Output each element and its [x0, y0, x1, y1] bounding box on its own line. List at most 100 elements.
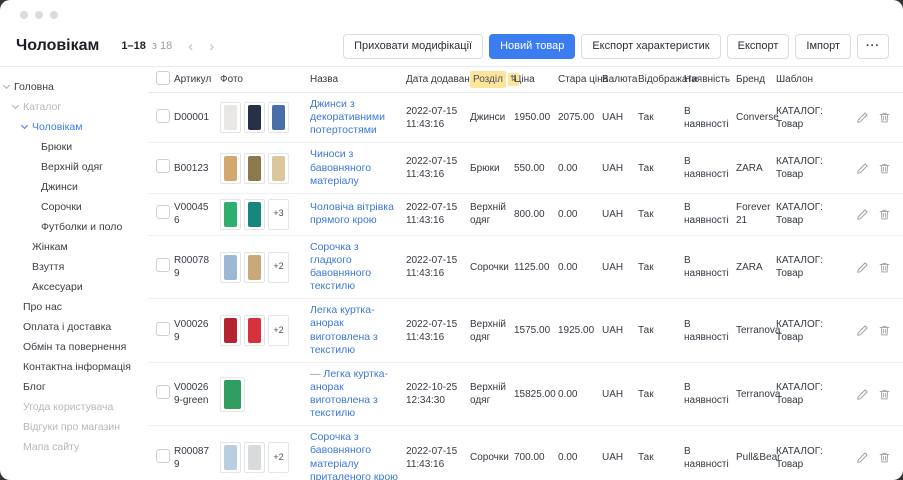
product-thumbnail[interactable]: [268, 153, 289, 184]
row-checkbox[interactable]: [156, 109, 170, 123]
product-thumbnail[interactable]: [268, 102, 289, 133]
sidebar-item-label: Оплата і доставка: [23, 321, 111, 333]
sidebar-item-9[interactable]: Взуття: [0, 257, 148, 277]
product-name-link[interactable]: Чиноси з бавовняного матеріалу: [310, 148, 371, 186]
more-actions-button[interactable]: ···: [857, 34, 889, 59]
delete-trash-icon[interactable]: [878, 111, 891, 124]
column-header-brand[interactable]: Бренд: [736, 73, 776, 86]
delete-trash-icon[interactable]: [878, 451, 891, 464]
product-thumbnail[interactable]: [220, 102, 241, 133]
cell-brand: Forever 21: [736, 201, 776, 227]
sidebar-item-12[interactable]: Оплата і доставка: [0, 317, 148, 337]
product-thumbnail[interactable]: [244, 199, 265, 230]
select-all-cell: [156, 71, 174, 89]
edit-pencil-icon[interactable]: [856, 388, 869, 401]
column-header-display[interactable]: Відображати: [638, 73, 684, 86]
column-header-price[interactable]: Ціна: [514, 73, 558, 86]
row-actions: [830, 111, 897, 124]
row-checkbox[interactable]: [156, 385, 170, 399]
row-checkbox[interactable]: [156, 322, 170, 336]
edit-pencil-icon[interactable]: [856, 162, 869, 175]
edit-pencil-icon[interactable]: [856, 111, 869, 124]
column-header-name[interactable]: Назва: [310, 73, 406, 86]
column-header-template[interactable]: Шаблон: [776, 73, 830, 86]
row-checkbox[interactable]: [156, 159, 170, 173]
column-header-currency[interactable]: Валюта: [602, 73, 638, 86]
product-thumbnail[interactable]: [220, 315, 241, 346]
sidebar-item-18[interactable]: Мапа сайту: [0, 437, 148, 457]
sidebar-item-1[interactable]: Каталог: [0, 97, 148, 117]
sidebar-item-0[interactable]: Головна: [0, 77, 148, 97]
delete-trash-icon[interactable]: [878, 162, 891, 175]
column-header-availability[interactable]: Наявність: [684, 73, 736, 86]
cell-sku: B00123: [174, 162, 220, 175]
sidebar-item-14[interactable]: Контактна інформація: [0, 357, 148, 377]
edit-pencil-icon[interactable]: [856, 324, 869, 337]
product-thumbnail[interactable]: [244, 315, 265, 346]
sidebar-item-13[interactable]: Обмін та повернення: [0, 337, 148, 357]
new-product-button[interactable]: Новий товар: [489, 34, 575, 59]
sidebar-item-2[interactable]: Чоловікам: [0, 117, 148, 137]
edit-pencil-icon[interactable]: [856, 261, 869, 274]
product-thumbnail[interactable]: [244, 102, 265, 133]
hide-modifications-button[interactable]: Приховати модифікації: [343, 34, 483, 59]
more-photos-badge[interactable]: +2: [268, 252, 289, 283]
product-name-link[interactable]: Легка куртка-анорак виготовлена з тексти…: [310, 304, 378, 355]
row-checkbox[interactable]: [156, 258, 170, 272]
column-header-old_price[interactable]: Стара ціна: [558, 73, 602, 86]
sidebar-item-8[interactable]: Жінкам: [0, 237, 148, 257]
column-header-sku[interactable]: Артикул: [174, 73, 220, 86]
sidebar-item-6[interactable]: Сорочки: [0, 197, 148, 217]
row-checkbox[interactable]: [156, 205, 170, 219]
product-name-link[interactable]: Чоловіча вітрівка прямого крою: [310, 201, 394, 226]
edit-pencil-icon[interactable]: [856, 451, 869, 464]
delete-trash-icon[interactable]: [878, 261, 891, 274]
product-thumbnail[interactable]: [244, 252, 265, 283]
column-header-photo[interactable]: Фото: [220, 73, 310, 86]
more-photos-badge[interactable]: +3: [268, 199, 289, 230]
sidebar-item-11[interactable]: Про нас: [0, 297, 148, 317]
export-characteristics-button[interactable]: Експорт характеристик: [581, 34, 720, 59]
sidebar-item-10[interactable]: Аксесуари: [0, 277, 148, 297]
sidebar-item-15[interactable]: Блог: [0, 377, 148, 397]
sidebar-item-3[interactable]: Брюки: [0, 137, 148, 157]
edit-pencil-icon[interactable]: [856, 208, 869, 221]
sidebar-item-7[interactable]: Футболки и поло: [0, 217, 148, 237]
product-name-link[interactable]: Сорочка з бавовняного матеріалу притален…: [310, 431, 398, 480]
column-header-section[interactable]: Розділ⇅: [470, 71, 514, 88]
product-thumbnail[interactable]: [220, 442, 241, 473]
sidebar-item-4[interactable]: Верхній одяг: [0, 157, 148, 177]
product-name-link[interactable]: Джинси з декоративними потертостями: [310, 98, 385, 136]
import-button[interactable]: Імпорт: [795, 34, 851, 59]
delete-trash-icon[interactable]: [878, 208, 891, 221]
window-minimize-button[interactable]: [35, 11, 43, 19]
product-thumbnail[interactable]: [244, 442, 265, 473]
window-close-button[interactable]: [20, 11, 28, 19]
window-maximize-button[interactable]: [50, 11, 58, 19]
column-header-date[interactable]: Дата додавання: [406, 73, 470, 86]
prev-page-button[interactable]: ‹: [188, 39, 193, 54]
sidebar-item-16[interactable]: Угода користувача: [0, 397, 148, 417]
more-photos-badge[interactable]: +2: [268, 442, 289, 473]
select-all-checkbox[interactable]: [156, 71, 170, 85]
delete-trash-icon[interactable]: [878, 324, 891, 337]
next-page-button[interactable]: ›: [209, 39, 214, 54]
product-name-link[interactable]: Сорочка з гладкого бавовняного текстилю: [310, 241, 371, 292]
product-thumbnail[interactable]: [220, 377, 245, 412]
row-checkbox[interactable]: [156, 449, 170, 463]
product-thumbnail[interactable]: [220, 199, 241, 230]
cell-display: Так: [638, 451, 684, 464]
sidebar-item-17[interactable]: Відгуки про магазин: [0, 417, 148, 437]
sidebar-item-5[interactable]: Джинси: [0, 177, 148, 197]
sidebar: ГоловнаКаталогЧоловікамБрюкиВерхній одяг…: [0, 67, 148, 480]
cell-sku: R000879: [174, 445, 220, 471]
export-button[interactable]: Експорт: [727, 34, 790, 59]
date-value: 2022-07-15: [406, 105, 464, 118]
product-thumbnail[interactable]: [244, 153, 265, 184]
chevron-down-icon: [21, 122, 28, 129]
product-thumbnail[interactable]: [220, 153, 241, 184]
more-photos-badge[interactable]: +2: [268, 315, 289, 346]
delete-trash-icon[interactable]: [878, 388, 891, 401]
product-thumbnail[interactable]: [220, 252, 241, 283]
cell-date-added: 2022-07-1511:43:16: [406, 201, 470, 227]
